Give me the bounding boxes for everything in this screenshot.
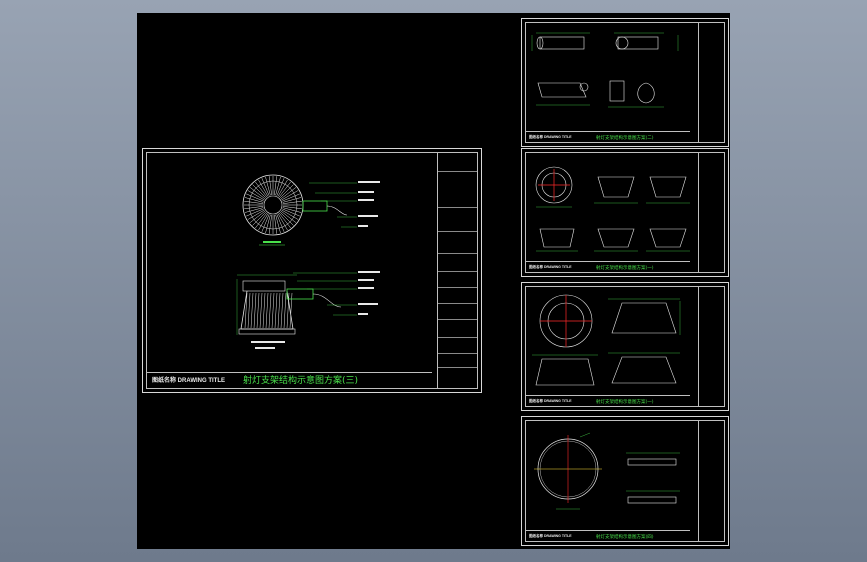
sheet-2-title-label: 图纸名称 DRAWING TITLE: [529, 265, 572, 269]
sheet-1-title: 射灯支架结构示意图方案(二): [596, 136, 654, 141]
sheet-3-title-label: 图纸名称 DRAWING TITLE: [529, 399, 572, 403]
sheet-3-drawings: [532, 294, 681, 386]
sheet-1-title-block: [698, 23, 724, 142]
heatsink-side-view: [236, 271, 380, 349]
sheet-4-drawings: [534, 432, 680, 510]
sheet-2[interactable]: 图纸名称 DRAWING TITLE 射灯支架结构示意图方案(一): [521, 148, 729, 277]
sheet-1[interactable]: 图纸名称 DRAWING TITLE 射灯支架结构示意图方案(二): [521, 18, 729, 147]
heatsink-top-view: [242, 174, 380, 246]
sheet-3[interactable]: 图纸名称 DRAWING TITLE 射灯支架结构示意图方案(一): [521, 282, 729, 411]
sheet-2-title: 射灯支架结构示意图方案(一): [596, 266, 654, 271]
sheet-3-title: 射灯支架结构示意图方案(一): [596, 400, 654, 405]
sheet-4[interactable]: 图纸名称 DRAWING TITLE 射灯支架结构示意图方案(四): [521, 416, 729, 546]
cad-model-space[interactable]: 图纸名称 DRAWING TITLE 射灯支架结构示意图方案(三) 图纸名称 D…: [137, 13, 730, 549]
sheet-1-title-label: 图纸名称 DRAWING TITLE: [529, 135, 572, 139]
main-title-block: [437, 153, 477, 388]
sheet-4-title-block: [698, 421, 724, 541]
sheet-2-drawings: [535, 166, 690, 252]
sheet-4-title: 射灯支架结构示意图方案(四): [596, 535, 654, 540]
drawing-title: 射灯支架结构示意图方案(三): [243, 376, 359, 386]
sheet-1-drawings: [531, 32, 679, 108]
sheet-3-title-block: [698, 287, 724, 406]
sheet-2-title-block: [698, 153, 724, 272]
drawing-title-label: 图纸名称 DRAWING TITLE: [152, 378, 225, 384]
sheet-4-title-label: 图纸名称 DRAWING TITLE: [529, 534, 572, 538]
main-drawing-sheet[interactable]: 图纸名称 DRAWING TITLE 射灯支架结构示意图方案(三): [142, 148, 482, 393]
